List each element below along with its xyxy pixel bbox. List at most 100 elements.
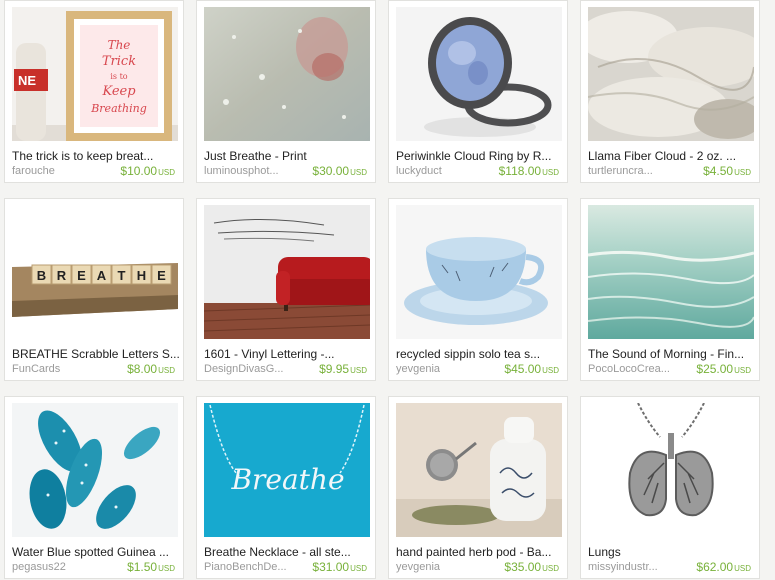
price-currency: USD (158, 564, 175, 573)
listing-title[interactable]: Periwinkle Cloud Ring by R... (396, 149, 564, 163)
shop-name[interactable]: FunCards (12, 363, 102, 375)
price-amount: $30.00 (312, 164, 350, 178)
listing-image[interactable] (588, 7, 754, 141)
shop-name[interactable]: turtleruncra... (588, 165, 678, 177)
listing-card: Periwinkle Cloud Ring by R... luckyduct … (388, 0, 568, 183)
svg-text:H: H (137, 268, 146, 283)
price-currency: USD (542, 564, 559, 573)
price-currency: USD (542, 366, 559, 375)
listing-title[interactable]: The trick is to keep breat... (12, 149, 180, 163)
shop-name[interactable]: luckyduct (396, 165, 486, 177)
svg-text:The: The (108, 38, 131, 52)
listing-image[interactable] (12, 403, 178, 537)
price-currency: USD (350, 168, 367, 177)
listing-title[interactable]: The Sound of Morning - Fin... (588, 347, 756, 361)
price-amount: $4.50 (703, 164, 734, 178)
svg-text:Breathing: Breathing (90, 102, 147, 115)
shop-name[interactable]: DesignDivasG... (204, 363, 294, 375)
shop-name[interactable]: luminousphot... (204, 165, 294, 177)
periwinkle-ring-image (396, 7, 562, 141)
listing-title[interactable]: BREATHE Scrabble Letters S... (12, 347, 180, 361)
listing-image[interactable]: Breathe (204, 403, 370, 537)
listing-card: Just Breathe - Print luminousphot... $30… (196, 0, 376, 183)
listing-title[interactable]: Breathe Necklace - all ste... (204, 545, 372, 559)
listing-image[interactable]: B R E A T H E (12, 205, 178, 339)
shop-name[interactable]: missyindustr... (588, 561, 678, 573)
listing-image[interactable] (588, 403, 754, 537)
breathe-necklace-image: Breathe (204, 403, 370, 537)
svg-text:Trick: Trick (102, 54, 136, 69)
listing-image[interactable] (204, 7, 370, 141)
price-currency: USD (350, 366, 367, 375)
listing-card: Water Blue spotted Guinea ... pegasus22 … (4, 396, 184, 579)
shop-name[interactable]: PianoBenchDe... (204, 561, 294, 573)
price-currency: USD (158, 366, 175, 375)
listing-image[interactable]: NE The Trick is to Keep Breathing (12, 7, 178, 141)
price-currency: USD (734, 168, 751, 177)
svg-text:NE: NE (18, 73, 36, 88)
listing-card: Breathe Breathe Necklace - all ste... Pi… (196, 396, 376, 579)
listing-price: $31.00USD (312, 560, 367, 574)
listing-price: $1.50USD (127, 560, 175, 574)
listing-price: $25.00USD (696, 362, 751, 376)
scrabble-tiles-image: B R E A T H E (12, 205, 178, 339)
lungs-pendant-image (588, 403, 754, 537)
listing-price: $35.00USD (504, 560, 559, 574)
listing-card: Lungs missyindustr... $62.00USD (580, 396, 760, 579)
shop-name[interactable]: farouche (12, 165, 102, 177)
foggy-window-image (204, 7, 370, 141)
red-sofa-image (204, 205, 370, 339)
listing-card: NE The Trick is to Keep Breathing The tr… (4, 0, 184, 183)
listing-price: $4.50USD (703, 164, 751, 178)
svg-text:A: A (97, 268, 107, 283)
price-amount: $10.00 (120, 164, 158, 178)
listing-title[interactable]: Lungs (588, 545, 756, 559)
svg-text:Keep: Keep (101, 84, 136, 99)
price-currency: USD (734, 366, 751, 375)
listing-grid: NE The Trick is to Keep Breathing The tr… (0, 0, 775, 580)
svg-text:R: R (57, 268, 67, 283)
price-amount: $1.50 (127, 560, 158, 574)
svg-text:T: T (118, 268, 126, 283)
price-amount: $118.00 (498, 164, 542, 178)
shop-name[interactable]: PocoLocoCrea... (588, 363, 678, 375)
svg-text:B: B (37, 268, 46, 283)
listing-title[interactable]: hand painted herb pod - Ba... (396, 545, 564, 559)
price-amount: $35.00 (504, 560, 542, 574)
listing-price: $62.00USD (696, 560, 751, 574)
listing-image[interactable] (204, 205, 370, 339)
teacup-image (396, 205, 562, 339)
shop-name[interactable]: pegasus22 (12, 561, 102, 573)
listing-image[interactable] (396, 403, 562, 537)
listing-price: $118.00USD (499, 164, 559, 178)
listing-price: $8.00USD (127, 362, 175, 376)
price-currency: USD (542, 168, 559, 177)
listing-image[interactable] (588, 205, 754, 339)
svg-text:is to: is to (110, 72, 127, 81)
listing-price: $45.00USD (504, 362, 559, 376)
listing-title[interactable]: 1601 - Vinyl Lettering -... (204, 347, 372, 361)
listing-price: $9.95USD (319, 362, 367, 376)
price-amount: $25.00 (696, 362, 734, 376)
llama-fiber-image (588, 7, 754, 141)
listing-title[interactable]: Llama Fiber Cloud - 2 oz. ... (588, 149, 756, 163)
listing-price: $30.00USD (312, 164, 367, 178)
listing-card: 1601 - Vinyl Lettering -... DesignDivasG… (196, 198, 376, 381)
price-amount: $62.00 (696, 560, 734, 574)
listing-title[interactable]: Just Breathe - Print (204, 149, 372, 163)
price-currency: USD (158, 168, 175, 177)
listing-image[interactable] (396, 205, 562, 339)
shop-name[interactable]: yevgenia (396, 561, 486, 573)
listing-card: hand painted herb pod - Ba... yevgenia $… (388, 396, 568, 579)
listing-card: B R E A T H E BREATHE Scrabble Letters S… (4, 198, 184, 381)
sea-image (588, 205, 754, 339)
listing-image[interactable] (396, 7, 562, 141)
blue-feathers-image (12, 403, 178, 537)
listing-title[interactable]: Water Blue spotted Guinea ... (12, 545, 180, 559)
svg-text:E: E (77, 268, 86, 283)
listing-title[interactable]: recycled sippin solo tea s... (396, 347, 564, 361)
shop-name[interactable]: yevgenia (396, 363, 486, 375)
price-amount: $45.00 (504, 362, 542, 376)
framed-print-image: NE The Trick is to Keep Breathing (12, 7, 178, 141)
svg-text:Breathe: Breathe (230, 463, 344, 496)
